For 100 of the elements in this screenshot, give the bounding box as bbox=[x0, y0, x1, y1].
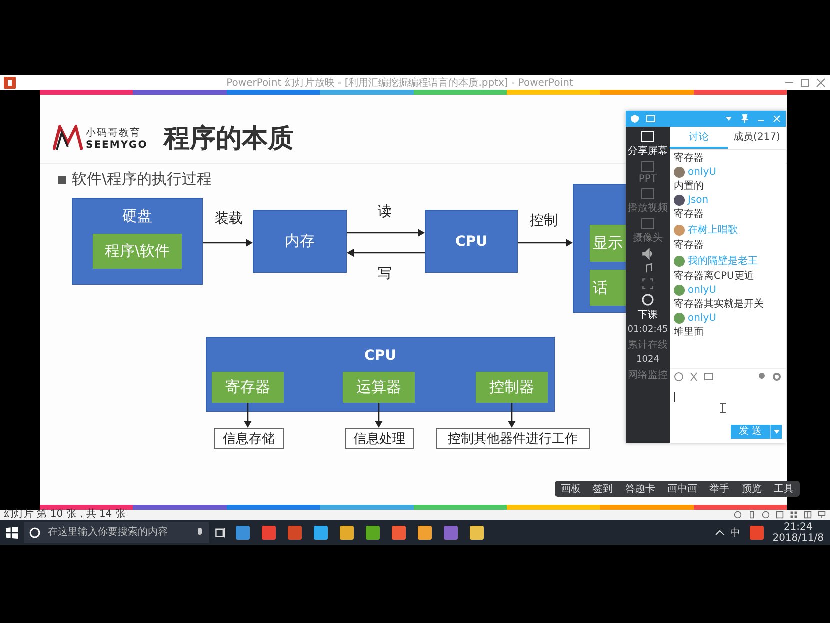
edge-label: 写 bbox=[378, 265, 392, 283]
arrow bbox=[244, 403, 252, 428]
arrow bbox=[508, 403, 516, 428]
next-icon[interactable] bbox=[762, 511, 770, 519]
search-bar[interactable]: 在这里输入你要搜索的内容 bbox=[24, 522, 209, 543]
ring-icon bbox=[641, 293, 655, 307]
app-icon[interactable] bbox=[750, 526, 764, 540]
brand-name: SEEMYGO bbox=[86, 140, 148, 150]
windows-icon[interactable] bbox=[6, 526, 18, 538]
unit-node: 控制器 bbox=[476, 372, 548, 403]
app-icon[interactable] bbox=[262, 526, 276, 540]
toolbar-item[interactable]: 举手 bbox=[710, 482, 730, 496]
avatar bbox=[674, 224, 685, 236]
close-icon[interactable] bbox=[816, 78, 826, 88]
slide-counter: 幻灯片 第 10 张，共 14 张 bbox=[4, 510, 126, 520]
avatar bbox=[674, 285, 685, 296]
window-title: PowerPoint 幻灯片放映 - [利用汇编挖掘编程语言的本质.pptx] - PowerPoint bbox=[226, 76, 574, 90]
user-name: 在树上唱歌 bbox=[688, 224, 738, 237]
scissors-icon[interactable] bbox=[689, 372, 699, 382]
message-text: 堆里面 bbox=[674, 326, 705, 339]
display-node: 显示 bbox=[590, 225, 626, 262]
app-icon[interactable] bbox=[314, 526, 328, 540]
program-node: 程序\软件 bbox=[92, 234, 182, 269]
app-icon[interactable] bbox=[366, 526, 380, 540]
share-icon[interactable] bbox=[646, 114, 656, 124]
toolbar-item[interactable]: 签到 bbox=[593, 482, 614, 496]
arrow bbox=[375, 403, 383, 428]
role-label: 信息存储 bbox=[214, 428, 284, 449]
previous-icon[interactable] bbox=[734, 511, 742, 519]
pin-icon[interactable] bbox=[740, 114, 750, 124]
message-text: 内置的 bbox=[674, 180, 705, 193]
cpu-node: CPU bbox=[425, 210, 518, 273]
monitor-icon bbox=[640, 161, 655, 173]
avatar bbox=[674, 195, 685, 206]
speaker-icon[interactable] bbox=[642, 248, 654, 260]
speaker-node: 话 bbox=[590, 270, 626, 306]
monitor-icon bbox=[641, 188, 655, 200]
text-cursor-icon bbox=[674, 392, 676, 402]
end-class-button[interactable]: 下课 bbox=[638, 293, 658, 322]
edge-label: 装载 bbox=[215, 210, 243, 228]
message-text: 寄存器离CPU更近 bbox=[674, 270, 756, 283]
app-icon[interactable] bbox=[392, 526, 406, 540]
user-name: Json bbox=[688, 195, 709, 206]
toolbar-item[interactable]: 预览 bbox=[742, 482, 762, 496]
role-label: 信息处理 bbox=[345, 428, 414, 449]
user-name: 我的隔壁是老王 bbox=[688, 254, 758, 268]
toolbar-item[interactable]: 答题卡 bbox=[625, 482, 656, 496]
chat-tab[interactable]: 成员(217) bbox=[728, 127, 786, 149]
arrow bbox=[203, 239, 253, 247]
edge-label: 读 bbox=[378, 203, 392, 221]
caret-icon[interactable] bbox=[714, 528, 725, 538]
clock-time: 21:24 bbox=[784, 522, 813, 532]
toolbar-item[interactable]: 画板 bbox=[561, 482, 582, 496]
shield-icon[interactable] bbox=[630, 114, 640, 124]
network-label: 网络监控 bbox=[628, 369, 668, 382]
image-icon[interactable] bbox=[704, 372, 714, 382]
logo-icon bbox=[53, 125, 83, 151]
app-icon[interactable] bbox=[418, 526, 432, 540]
slideshow-icon[interactable] bbox=[818, 511, 826, 519]
grid-view-icon[interactable] bbox=[790, 511, 798, 519]
user-name: onlyU bbox=[688, 167, 716, 178]
normal-view-icon[interactable] bbox=[776, 511, 784, 519]
message-text: 寄存器 bbox=[674, 238, 705, 252]
app-icon[interactable] bbox=[470, 526, 484, 540]
search-field[interactable]: 在这里输入你要搜索的内容 bbox=[46, 526, 191, 539]
input-method: 中 bbox=[730, 526, 741, 540]
brand-name: 小码哥教育 bbox=[86, 126, 142, 140]
emoji-icon[interactable] bbox=[674, 372, 684, 382]
caret-icon bbox=[774, 430, 780, 434]
maximize-icon[interactable] bbox=[800, 78, 810, 88]
node-label: 硬盘 bbox=[122, 207, 152, 226]
node-label: CPU bbox=[364, 348, 396, 364]
send-options-button[interactable] bbox=[770, 425, 782, 439]
ring-icon bbox=[29, 526, 41, 538]
bullet-icon bbox=[58, 176, 66, 184]
memory-node: 内存 bbox=[253, 210, 347, 273]
fullscreen-icon[interactable] bbox=[642, 278, 654, 290]
avatar bbox=[674, 256, 685, 266]
task-view-icon[interactable] bbox=[215, 526, 227, 538]
microphone-icon[interactable] bbox=[196, 528, 204, 538]
mouse-cursor-icon bbox=[720, 403, 726, 413]
app-icon[interactable] bbox=[340, 526, 354, 540]
avatar bbox=[674, 167, 685, 178]
online-count: 1024 bbox=[636, 355, 660, 365]
message-text: 寄存器其实就是开关 bbox=[674, 298, 765, 311]
clock-date: 2018/11/8 bbox=[772, 532, 824, 544]
unit-node: 运算器 bbox=[343, 372, 415, 403]
user-name: onlyU bbox=[688, 313, 716, 324]
role-label: 控制其他器件进行工作 bbox=[436, 428, 590, 449]
reading-view-icon[interactable] bbox=[804, 511, 812, 519]
app-icon[interactable] bbox=[236, 526, 250, 540]
message-text: 寄存器 bbox=[674, 152, 705, 165]
toolbar-item[interactable]: 画中画 bbox=[667, 482, 698, 496]
side-tool[interactable]: 分享屏幕 bbox=[628, 131, 668, 158]
monitor-icon bbox=[641, 131, 655, 143]
bullet-text: 软件\程序的执行过程 bbox=[72, 170, 212, 189]
avatar bbox=[674, 313, 685, 324]
toolbar-item[interactable]: 工具 bbox=[774, 482, 794, 496]
message-text: 寄存器 bbox=[674, 208, 705, 221]
arrow bbox=[518, 239, 573, 247]
